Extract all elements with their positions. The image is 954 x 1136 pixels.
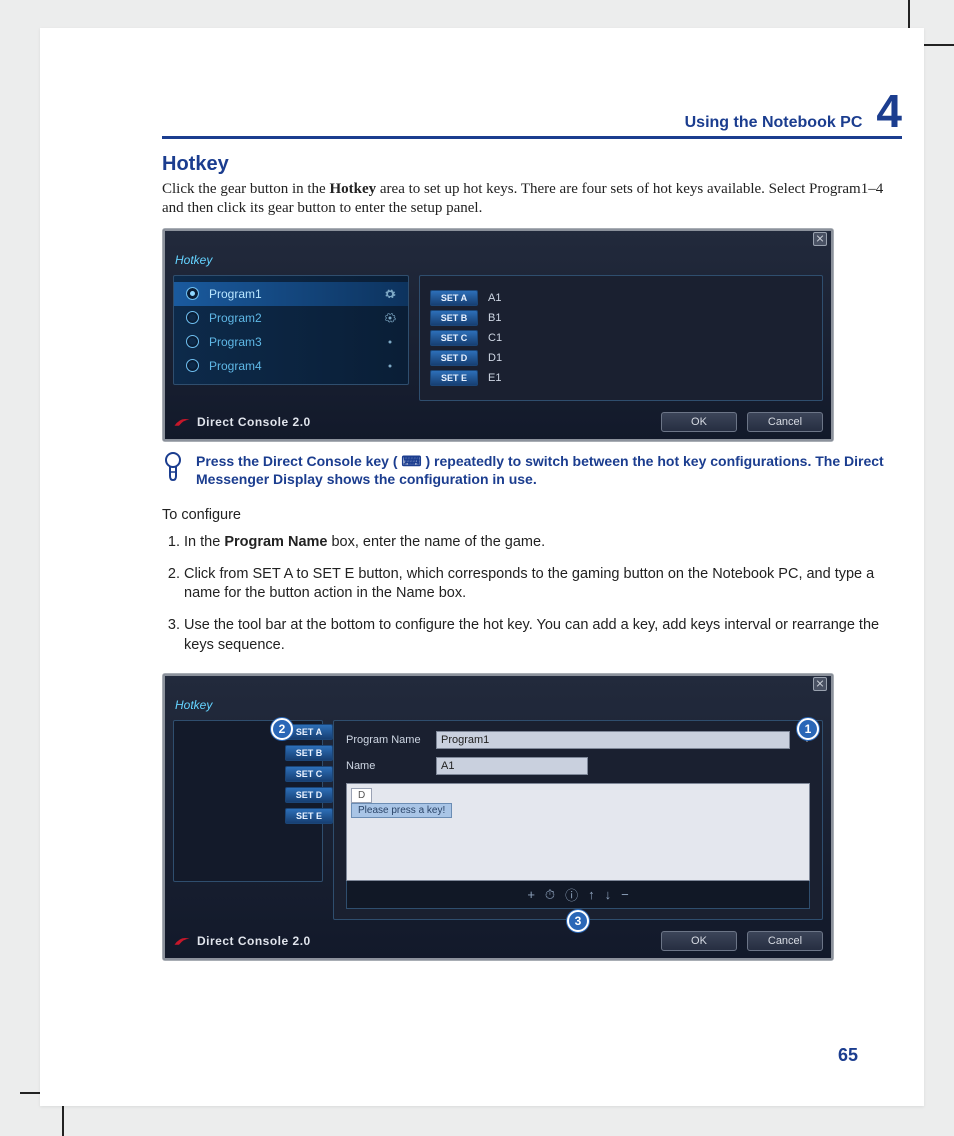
move-up-icon[interactable]: ↑ <box>588 887 595 902</box>
gear-icon[interactable] <box>384 360 396 372</box>
steps-list: In the Program Name box, enter the name … <box>162 533 902 655</box>
gear-icon[interactable] <box>384 312 396 324</box>
set-value: D1 <box>488 352 502 364</box>
radio-icon <box>186 359 199 372</box>
close-icon[interactable] <box>813 232 827 246</box>
set-value: B1 <box>488 312 501 324</box>
gear-icon[interactable] <box>384 336 396 348</box>
set-button[interactable]: SET E <box>285 808 333 824</box>
interval-icon[interactable]: ⏱ <box>545 887 555 903</box>
name-label: Name <box>346 760 426 772</box>
remove-key-icon[interactable]: − <box>621 887 629 902</box>
set-value: E1 <box>488 372 501 384</box>
set-value-panel: SET A A1 SET B B1 SET C C1 SET D D1 SET E E1 <box>419 275 823 401</box>
ok-button[interactable]: OK <box>661 931 737 951</box>
set-button[interactable]: SET A <box>430 290 478 306</box>
page: Using the Notebook PC 4 Hotkey Click the… <box>40 28 924 1106</box>
radio-icon <box>186 311 199 324</box>
screenshot-hotkey-editor: Hotkey SET A SET B SET C SET D SET E <box>162 673 834 961</box>
set-button[interactable]: SET B <box>285 745 333 761</box>
page-number: 65 <box>838 1045 858 1066</box>
set-value: C1 <box>488 332 502 344</box>
intro-paragraph: Click the gear button in the Hotkey area… <box>162 180 902 218</box>
key-toolbar: + ⏱ ⓘ ↑ ↓ − <box>346 881 810 909</box>
move-down-icon[interactable]: ↓ <box>605 887 612 902</box>
set-button[interactable]: SET C <box>285 766 333 782</box>
close-icon[interactable] <box>813 677 827 691</box>
app-brand: Direct Console 2.0 <box>173 934 311 948</box>
panel-tab-label: Hotkey <box>163 694 833 712</box>
set-button[interactable]: SET E <box>430 370 478 386</box>
info-icon[interactable]: ⓘ <box>565 885 578 904</box>
program-item[interactable]: Program1 <box>174 282 408 306</box>
tip-icon <box>162 452 184 484</box>
set-button[interactable]: SET D <box>285 787 333 803</box>
program-item[interactable]: Program2 <box>174 306 408 330</box>
name-input[interactable] <box>436 757 588 775</box>
ok-button[interactable]: OK <box>661 412 737 432</box>
cancel-button[interactable]: Cancel <box>747 931 823 951</box>
program-label: Program3 <box>209 335 262 349</box>
program-list: Program1 Program2 Program3 <box>173 275 409 385</box>
radio-icon <box>186 287 199 300</box>
section-heading: Hotkey <box>162 153 902 176</box>
program-name-label: Program Name <box>346 734 426 746</box>
gear-icon[interactable] <box>384 288 396 300</box>
program-label: Program4 <box>209 359 262 373</box>
key-sequence-area[interactable]: D Please press a key! <box>346 783 810 881</box>
app-brand: Direct Console 2.0 <box>173 415 311 429</box>
divider <box>162 136 902 139</box>
key-placeholder: Please press a key! <box>351 803 452 818</box>
step-item: Click from SET A to SET E button, which … <box>184 565 902 604</box>
set-button[interactable]: SET B <box>430 310 478 326</box>
set-button[interactable]: SET D <box>430 350 478 366</box>
program-label: Program2 <box>209 311 262 325</box>
program-label: Program1 <box>209 287 262 301</box>
cancel-button[interactable]: Cancel <box>747 412 823 432</box>
radio-icon <box>186 335 199 348</box>
callout-3: 3 <box>567 910 589 932</box>
tip-note: Press the Direct Console key ( ⌨ ) repea… <box>162 452 902 490</box>
callout-1: 1 <box>797 718 819 740</box>
step-item: Use the tool bar at the bottom to config… <box>184 616 902 655</box>
set-button[interactable]: SET C <box>430 330 478 346</box>
step-item: In the Program Name box, enter the name … <box>184 533 902 553</box>
chapter-header: Using the Notebook PC 4 <box>162 88 902 134</box>
chapter-number: 4 <box>876 88 902 134</box>
chapter-title: Using the Notebook PC <box>685 114 863 132</box>
key-cell: D <box>351 788 372 803</box>
panel-tab-label: Hotkey <box>163 249 833 267</box>
set-value: A1 <box>488 292 501 304</box>
tip-text: Press the Direct Console key ( ⌨ ) repea… <box>196 452 902 490</box>
program-item[interactable]: Program3 <box>174 330 408 354</box>
program-name-input[interactable] <box>436 731 790 749</box>
callout-2: 2 <box>271 718 293 740</box>
set-button-column: SET A SET B SET C SET D SET E <box>285 724 333 824</box>
steps-intro: To configure <box>162 507 902 523</box>
screenshot-hotkey-overview: Hotkey Program1 Program2 <box>162 228 834 442</box>
add-key-icon[interactable]: + <box>527 887 535 902</box>
program-item[interactable]: Program4 <box>174 354 408 378</box>
